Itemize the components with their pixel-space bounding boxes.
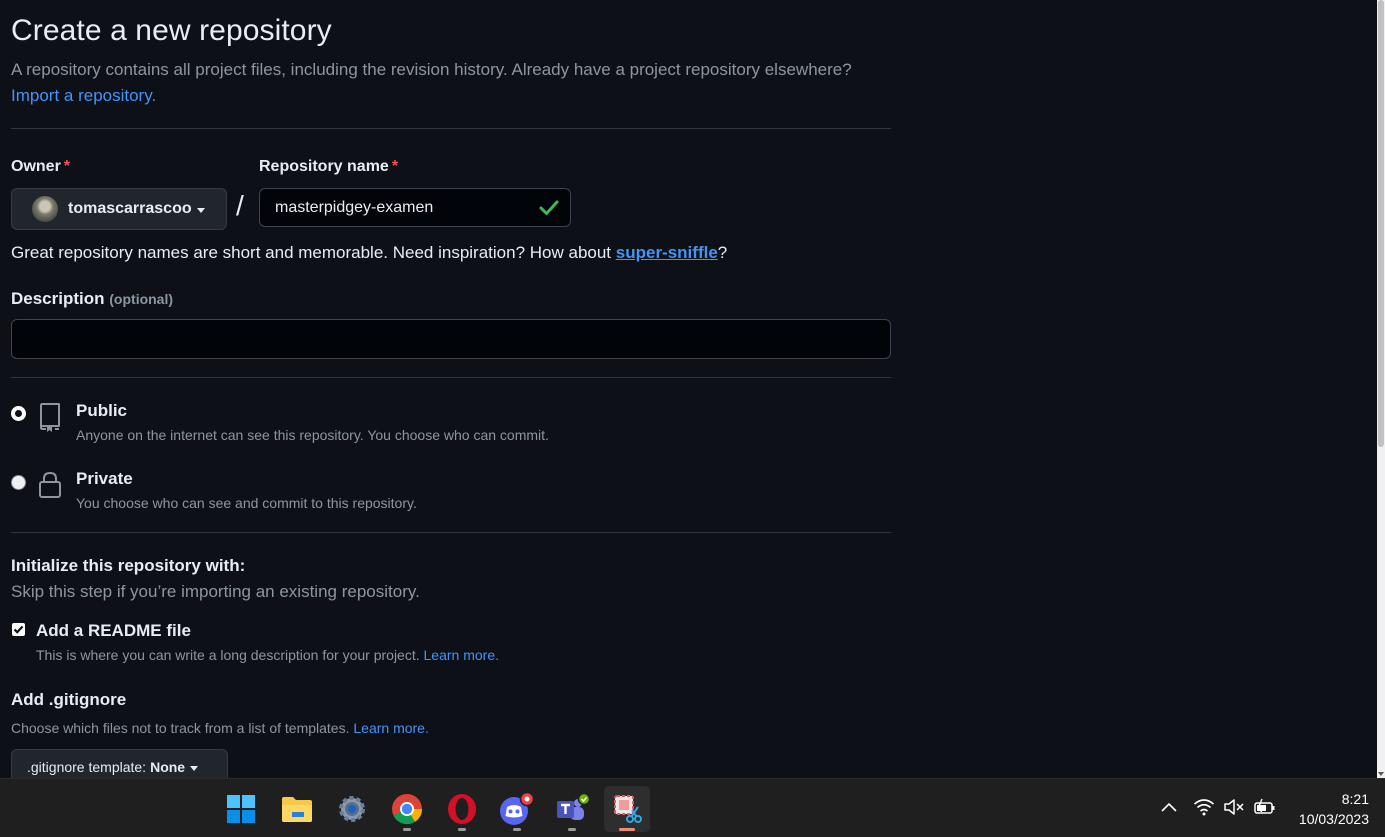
clock-date: 10/03/2023	[1298, 811, 1369, 827]
readme-desc: This is where you can write a long descr…	[36, 647, 499, 663]
chevron-up-icon[interactable]	[1160, 801, 1178, 813]
private-title: Private	[76, 469, 133, 488]
readme-learn-more-link[interactable]: Learn more.	[424, 647, 499, 663]
readme-desc-text: This is where you can write a long descr…	[36, 647, 420, 663]
private-desc: You choose who can see and commit to thi…	[76, 495, 417, 511]
private-radio[interactable]	[11, 475, 26, 490]
init-subtitle: Skip this step if you’re importing an ex…	[11, 582, 420, 601]
avatar	[32, 196, 58, 222]
readme-checkbox[interactable]	[12, 623, 25, 636]
description-label: Description (optional)	[11, 289, 173, 309]
description-label-text: Description	[11, 289, 105, 308]
lock-icon	[39, 471, 61, 498]
volume-muted-icon[interactable]	[1223, 798, 1245, 816]
running-indicator	[458, 828, 466, 831]
description-field[interactable]	[11, 319, 891, 359]
settings-button[interactable]	[329, 786, 375, 832]
page-scrollbar[interactable]	[1377, 0, 1385, 778]
gitignore-button-prefix: .gitignore template:	[27, 759, 147, 775]
file-explorer-button[interactable]	[274, 786, 320, 832]
page-lead: A repository contains all project files,…	[11, 57, 901, 109]
repo-name-input[interactable]	[275, 198, 525, 217]
import-repository-link[interactable]: Import a repository.	[11, 86, 156, 105]
owner-repo-separator: /	[236, 190, 244, 221]
gitignore-button-value: None	[150, 759, 186, 775]
discord-button[interactable]	[494, 786, 540, 832]
gitignore-learn-more-link[interactable]: Learn more.	[353, 720, 428, 736]
required-mark: *	[63, 158, 71, 175]
required-mark: *	[391, 158, 399, 175]
repo-name-label: Repository name *	[259, 158, 398, 176]
owner-label-text: Owner	[11, 158, 61, 175]
owner-label: Owner *	[11, 158, 70, 176]
scroll-down-arrow-icon[interactable]	[1378, 772, 1384, 776]
snipping-tool-icon	[614, 795, 642, 823]
name-suggestion-link[interactable]: super-sniffle	[616, 243, 718, 262]
repo-name-label-text: Repository name	[259, 158, 389, 175]
teams-button[interactable]	[549, 786, 595, 832]
running-indicator	[568, 828, 576, 831]
taskbar: 8:21 10/03/2023	[0, 778, 1385, 837]
lead-text: A repository contains all project files,…	[11, 60, 852, 79]
readme-label[interactable]: Add a README file	[36, 621, 191, 641]
chrome-icon	[392, 794, 423, 825]
opera-button[interactable]	[439, 786, 485, 832]
public-title: Public	[76, 401, 128, 420]
file-explorer-icon	[282, 797, 312, 822]
gitignore-desc-text: Choose which files not to track from a l…	[11, 720, 350, 736]
running-indicator	[403, 828, 411, 831]
gitignore-template-button[interactable]: .gitignore template: None	[11, 749, 228, 778]
active-indicator	[619, 828, 635, 831]
running-indicator	[513, 828, 521, 831]
init-title: Initialize this repository with:	[11, 556, 246, 575]
divider	[11, 532, 891, 533]
clock-time: 8:21	[1341, 791, 1369, 807]
public-desc: Anyone on the internet can see this repo…	[76, 427, 549, 443]
battery-charging-icon[interactable]	[1253, 798, 1277, 816]
settings-icon	[339, 796, 365, 822]
wifi-icon[interactable]	[1193, 798, 1215, 816]
name-hint: Great repository names are short and mem…	[11, 243, 727, 263]
divider	[11, 377, 891, 378]
owner-name: tomascarrascoo	[68, 200, 192, 217]
opera-icon	[448, 794, 476, 824]
gitignore-title: Add .gitignore	[11, 690, 127, 709]
repo-book-icon	[40, 403, 60, 432]
divider	[11, 128, 891, 129]
optional-tag: (optional)	[109, 291, 174, 307]
teams-icon	[557, 793, 590, 820]
page-title: Create a new repository	[11, 14, 332, 47]
caret-down-icon	[190, 765, 199, 771]
owner-select-button[interactable]: tomascarrascoo	[11, 188, 227, 230]
gitignore-desc: Choose which files not to track from a l…	[11, 720, 429, 736]
repo-name-field[interactable]	[259, 188, 571, 227]
chrome-button[interactable]	[384, 786, 430, 832]
hint-suffix: ?	[717, 243, 728, 262]
windows-start-icon	[227, 795, 255, 823]
hint-text: Great repository names are short and mem…	[11, 243, 616, 262]
checkmark-icon	[13, 625, 24, 634]
snipping-tool-button[interactable]	[604, 786, 650, 832]
taskbar-clock[interactable]: 8:21 10/03/2023	[1299, 789, 1369, 829]
public-radio[interactable]	[11, 406, 26, 421]
check-icon	[539, 200, 559, 215]
scrollbar-thumb[interactable]	[1378, 0, 1384, 447]
discord-icon	[500, 792, 535, 825]
page: Create a new repository A repository con…	[0, 0, 1377, 778]
description-input[interactable]	[12, 320, 890, 358]
start-button[interactable]	[218, 786, 264, 832]
caret-down-icon	[196, 207, 205, 213]
